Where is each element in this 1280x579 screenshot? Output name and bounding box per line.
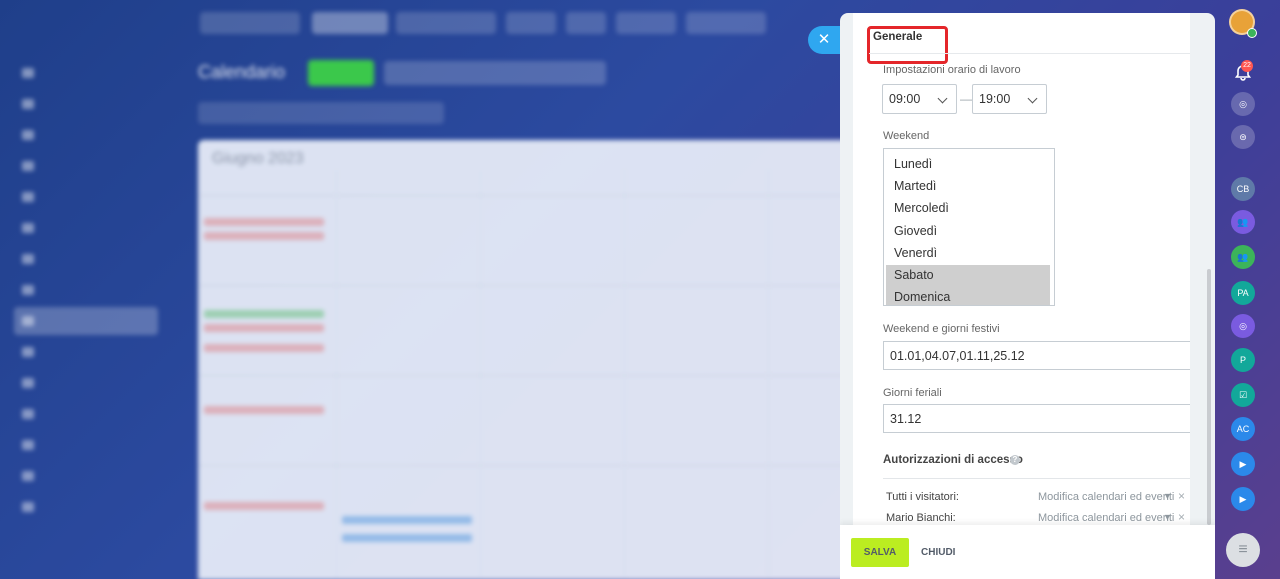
spiral-icon[interactable]: ◎ — [1231, 92, 1255, 116]
video-icon[interactable]: ▶ — [1231, 487, 1255, 511]
add-event-button — [308, 60, 374, 86]
time-separator: — — [960, 92, 972, 106]
chat-menu-button[interactable]: ≡ — [1226, 533, 1260, 567]
settings-card: Generale Impostazioni orario di lavoro 0… — [853, 13, 1190, 525]
chevron-down-icon — [937, 93, 948, 104]
close-button[interactable]: CHIUDI — [921, 547, 955, 558]
task-icon[interactable]: ☑ — [1231, 383, 1255, 407]
left-sidebar — [0, 56, 170, 524]
close-panel-button[interactable]: ✕ — [808, 26, 840, 54]
access-permission-select[interactable]: Modifica calendari ed eventi — [1038, 512, 1174, 524]
calendar-settings-panel: Generale Impostazioni orario di lavoro 0… — [840, 13, 1215, 579]
panel-scrollbar[interactable] — [1207, 269, 1211, 525]
weekend-option[interactable]: Domenica — [886, 287, 1050, 305]
holidays-label: Weekend e giorni festivi — [883, 323, 1000, 335]
weekend-option[interactable]: Martedì — [886, 176, 1050, 198]
work-end-value: 19:00 — [979, 92, 1011, 106]
group-icon[interactable]: 👥 — [1231, 245, 1255, 269]
weekend-option[interactable]: Mercoledì — [886, 198, 1050, 220]
rail-avatar-p[interactable]: P — [1231, 348, 1255, 372]
rail-avatar-cb[interactable]: CB — [1231, 177, 1255, 201]
save-button[interactable]: SALVA — [851, 538, 909, 567]
workdays-label: Giorni feriali — [883, 387, 942, 399]
work-start-select[interactable]: 09:00 — [882, 84, 957, 114]
notification-badge: 22 — [1241, 60, 1253, 72]
access-row: Mario Bianchi: Modifica calendari ed eve… — [886, 509, 1190, 525]
online-status-icon — [1247, 28, 1257, 38]
access-subject: Tutti i visitatori: — [886, 491, 959, 503]
access-heading: Autorizzazioni di accesso — [883, 454, 1023, 466]
access-list: Tutti i visitatori: Modifica calendari e… — [883, 478, 1190, 525]
work-start-value: 09:00 — [889, 92, 921, 106]
workdays-input[interactable]: 31.12 — [883, 404, 1190, 433]
access-permission-select[interactable]: Modifica calendari ed eventi — [1038, 491, 1174, 503]
spiral-icon[interactable]: ◎ — [1231, 314, 1255, 338]
calendar-grid: Giugno 2023 — [198, 140, 848, 579]
weekend-listbox[interactable]: Lunedì Martedì Mercoledì Giovedì Venerdì… — [883, 148, 1055, 306]
panel-footer: SALVA CHIUDI — [840, 525, 1215, 579]
caret-down-icon[interactable]: ▼ — [1163, 512, 1172, 522]
highlight-box — [867, 26, 948, 64]
calendar-month: Giugno 2023 — [212, 150, 304, 167]
divider — [869, 53, 1190, 54]
info-icon[interactable]: ? — [1010, 455, 1020, 465]
close-icon: ✕ — [817, 31, 831, 48]
weekend-option[interactable]: Giovedì — [886, 221, 1050, 243]
weekend-option[interactable]: Lunedì — [886, 154, 1050, 176]
weekend-option[interactable]: Venerdì — [886, 243, 1050, 265]
rail-avatar-pa[interactable]: PA — [1231, 281, 1255, 305]
chevron-down-icon — [1027, 93, 1038, 104]
group-icon[interactable]: 👥 — [1231, 210, 1255, 234]
chat-search-icon[interactable]: ⊜ — [1231, 125, 1255, 149]
video-icon[interactable]: ▶ — [1231, 452, 1255, 476]
weekend-option[interactable]: Sabato — [886, 264, 1050, 288]
remove-icon[interactable]: × — [1178, 489, 1185, 503]
tab-general[interactable]: Generale — [867, 23, 948, 64]
access-row: Tutti i visitatori: Modifica calendari e… — [886, 488, 1190, 508]
access-subject: Mario Bianchi: — [886, 512, 956, 524]
holidays-input[interactable]: 01.01,04.07,01.11,25.12 — [883, 341, 1190, 370]
caret-down-icon[interactable]: ▼ — [1163, 491, 1172, 501]
weekend-label: Weekend — [883, 130, 930, 142]
filter-input — [384, 61, 606, 85]
view-switcher — [198, 102, 444, 124]
rail-avatar-ac[interactable]: AC — [1231, 417, 1255, 441]
work-end-select[interactable]: 19:00 — [972, 84, 1047, 114]
calendar-title: Calendario — [198, 62, 286, 82]
work-hours-label: Impostazioni orario di lavoro — [883, 64, 1021, 76]
remove-icon[interactable]: × — [1178, 510, 1185, 524]
